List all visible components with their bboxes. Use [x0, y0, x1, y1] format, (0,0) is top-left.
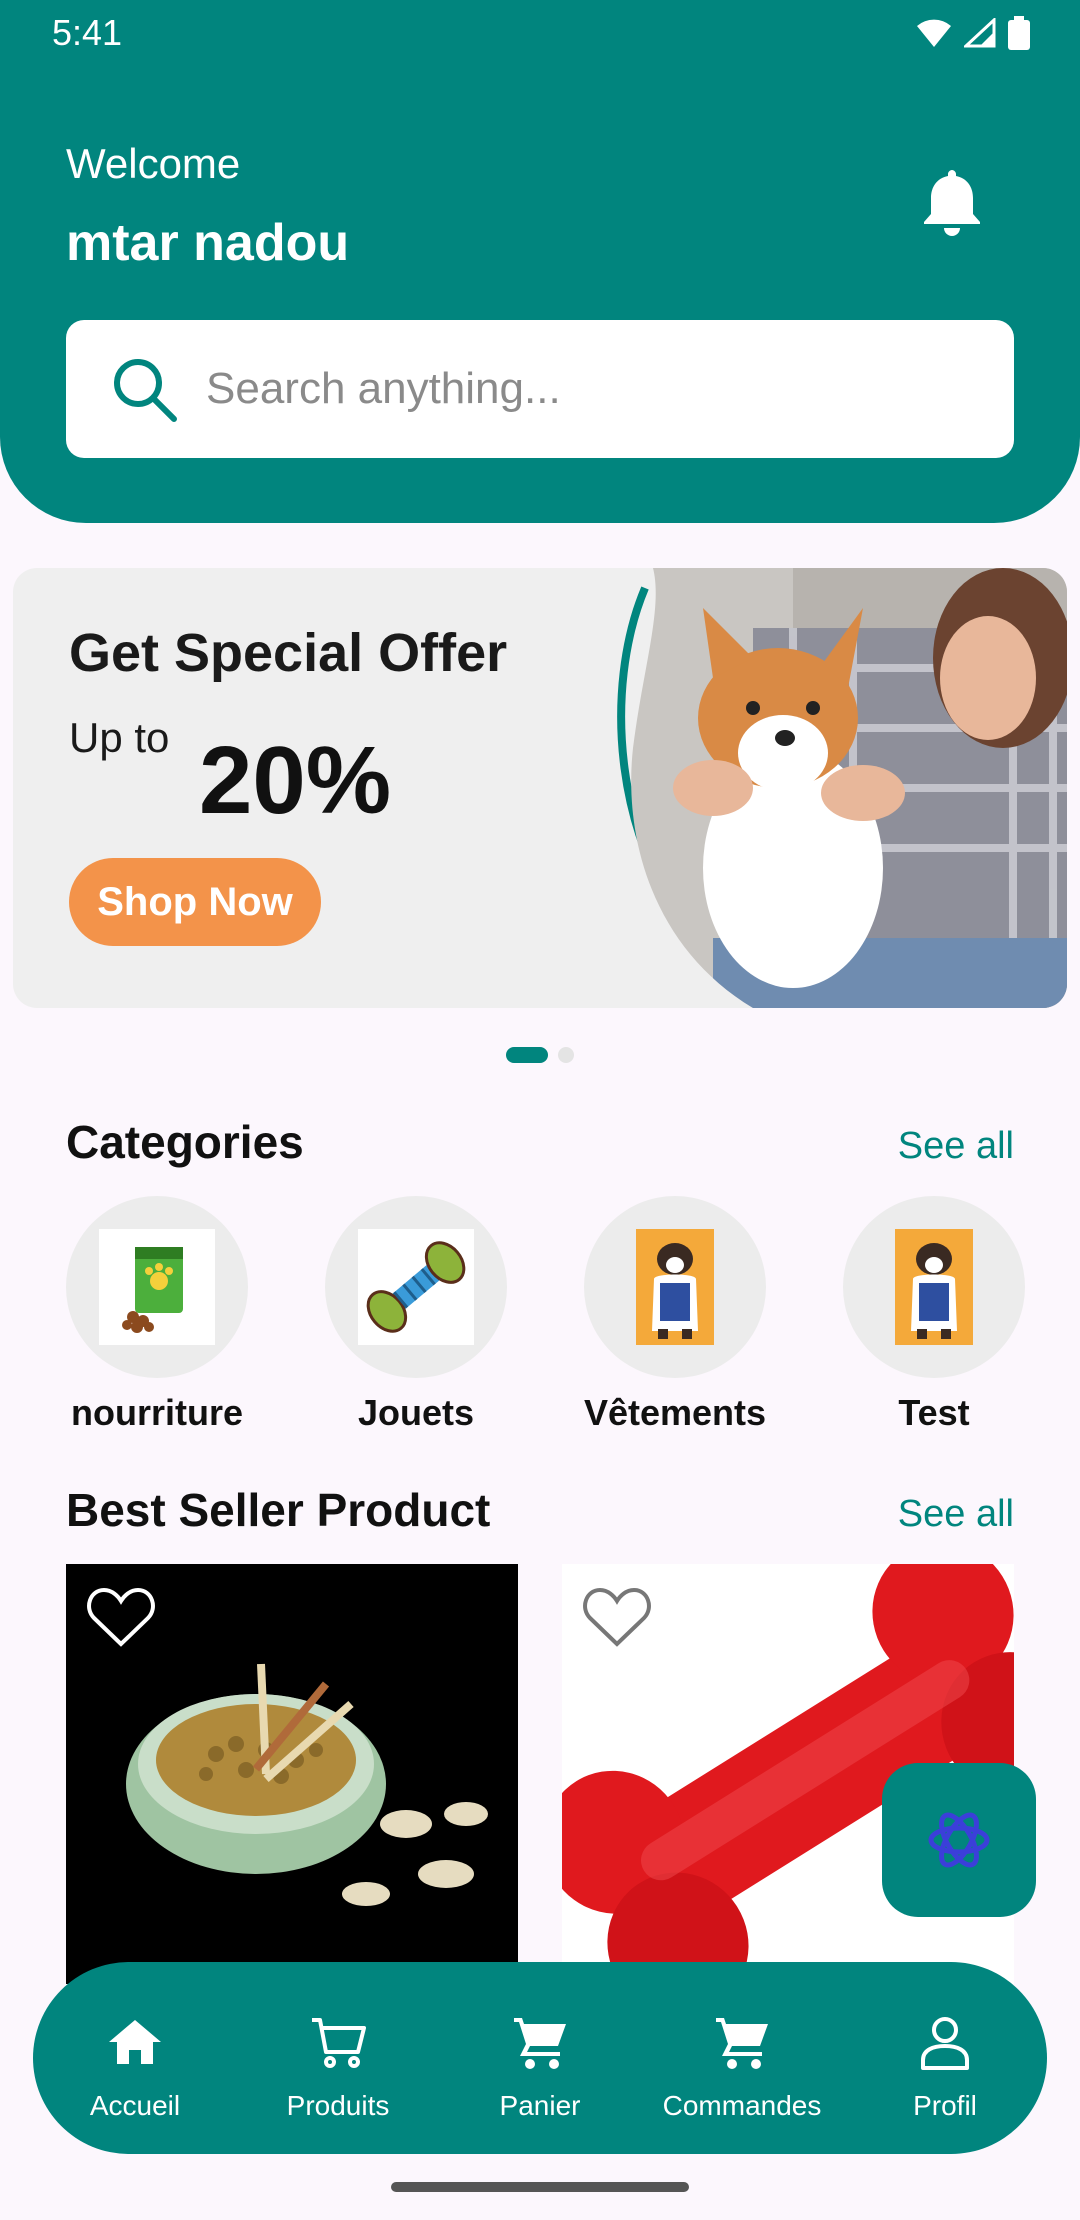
- categories-title: Categories: [66, 1116, 304, 1168]
- nav-label: Produits: [286, 2090, 390, 2121]
- pagination-dot[interactable]: [558, 1047, 574, 1063]
- home-icon: [109, 2020, 161, 2064]
- status-time: 5:41: [52, 12, 123, 53]
- status-bar: 5:41: [0, 0, 1080, 66]
- product-card[interactable]: [66, 1564, 518, 1984]
- category-image-wrapper: [66, 1196, 248, 1378]
- categories-see-all-link[interactable]: See all: [898, 1125, 1014, 1168]
- pagination-dot-active[interactable]: [506, 1047, 548, 1063]
- category-image: [636, 1229, 714, 1345]
- category-label: Vêtements: [583, 1392, 767, 1433]
- category-label: Jouets: [357, 1392, 475, 1433]
- heart-icon[interactable]: [582, 1586, 652, 1648]
- signal-icon: [964, 18, 996, 48]
- nav-item-produits[interactable]: Produits: [238, 1962, 438, 2154]
- nav-item-panier[interactable]: Panier: [440, 1962, 640, 2154]
- category-item-test[interactable]: Test: [843, 1196, 1025, 1434]
- nav-label: Profil: [913, 2090, 977, 2121]
- pet-food-bag-icon: [122, 1247, 183, 1333]
- battery-icon: [1008, 16, 1030, 50]
- header: 5:41 Welcome mtar nadou: [0, 0, 1080, 523]
- search-input[interactable]: [206, 364, 966, 414]
- category-image-wrapper: [325, 1196, 507, 1378]
- best-seller-see-all-link[interactable]: See all: [898, 1493, 1014, 1536]
- home-indicator[interactable]: [391, 2182, 689, 2192]
- username: mtar nadou: [66, 214, 350, 272]
- wifi-icon: [917, 19, 951, 47]
- status-icons: [916, 16, 1030, 50]
- nav-item-accueil[interactable]: Accueil: [35, 1962, 235, 2154]
- heart-icon[interactable]: [86, 1586, 156, 1648]
- openai-icon: [928, 1812, 990, 1868]
- category-item-nourriture[interactable]: nourriture: [66, 1196, 248, 1434]
- category-label: Test: [898, 1392, 970, 1433]
- bottom-navigation: Accueil Produits Panier Commandes Profil: [33, 1962, 1047, 2154]
- dog-clothes-icon: [911, 1243, 957, 1339]
- category-image-wrapper: [584, 1196, 766, 1378]
- dog-clothes-icon: [652, 1243, 698, 1339]
- ai-assistant-button[interactable]: [882, 1763, 1036, 1917]
- welcome-text: Welcome: [66, 140, 241, 187]
- banner-pagination: [506, 1047, 574, 1063]
- banner-title: Get Special Offer: [69, 623, 508, 683]
- person-icon: [921, 2017, 969, 2070]
- shop-now-button[interactable]: Shop Now: [69, 858, 321, 946]
- search-bar[interactable]: [66, 320, 1014, 458]
- nav-label: Commandes: [662, 2090, 822, 2121]
- chew-toy-icon: [366, 1241, 466, 1333]
- nav-label: Accueil: [89, 2090, 181, 2121]
- banner-upto: Up to: [69, 714, 170, 761]
- category-item-jouets[interactable]: Jouets: [325, 1196, 507, 1434]
- category-label: nourriture: [70, 1392, 243, 1433]
- promo-banner[interactable]: Get Special Offer Up to 20% Shop Now: [13, 568, 1067, 1008]
- nav-label: Panier: [499, 2090, 581, 2121]
- best-seller-title: Best Seller Product: [66, 1484, 491, 1536]
- category-image: [358, 1229, 474, 1345]
- banner-dog-photo: [617, 568, 1067, 1008]
- category-image: [895, 1229, 973, 1345]
- cart-icon: [514, 2018, 566, 2069]
- search-icon: [114, 359, 177, 422]
- nav-item-profil[interactable]: Profil: [845, 1962, 1045, 2154]
- cart-outline-icon: [312, 2018, 366, 2068]
- category-image: [99, 1229, 215, 1345]
- bell-icon[interactable]: [920, 166, 984, 238]
- category-image-wrapper: [843, 1196, 1025, 1378]
- category-item-vetements[interactable]: Vêtements: [584, 1196, 766, 1434]
- cart-icon: [716, 2018, 768, 2069]
- nav-item-commandes[interactable]: Commandes: [642, 1962, 842, 2154]
- banner-discount: 20%: [199, 727, 392, 834]
